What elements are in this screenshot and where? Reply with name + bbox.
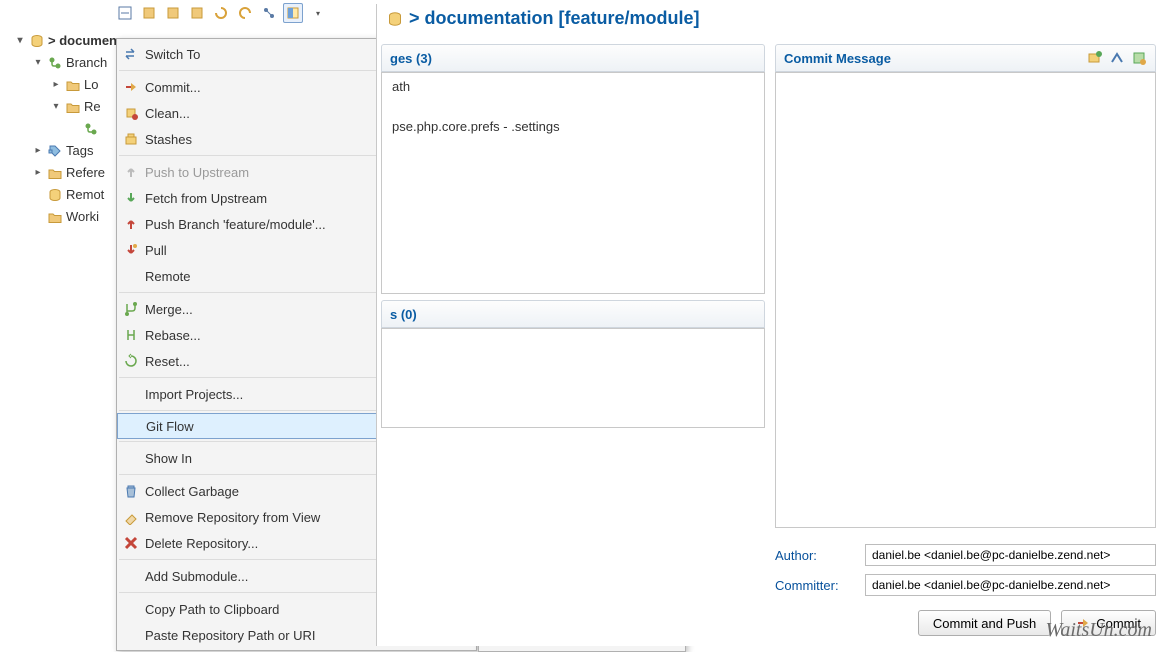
amend-icon[interactable] <box>1087 50 1103 66</box>
committer-label: Committer: <box>775 578 855 593</box>
expand-icon[interactable] <box>14 35 26 47</box>
tree-node-label: Worki <box>66 206 99 228</box>
staging-view: > documentation [feature/module] ges (3)… <box>376 4 1160 646</box>
repo-icon <box>387 11 403 27</box>
toolbar-layout-toggle-icon[interactable] <box>283 3 303 23</box>
folder-icon <box>48 210 62 224</box>
toolbar-git-c-icon[interactable] <box>187 3 207 23</box>
unstaged-heading: ges (3) <box>381 44 765 72</box>
expand-icon[interactable] <box>50 79 62 91</box>
clean-icon <box>123 105 145 121</box>
switch-icon <box>123 46 145 62</box>
commit-message-textarea[interactable] <box>775 72 1156 528</box>
unstaged-row[interactable]: ath <box>392 79 754 99</box>
commit-icon <box>123 79 145 95</box>
top-toolbar <box>115 0 327 26</box>
stash-icon <box>123 131 145 147</box>
unstaged-row[interactable]: pse.php.core.prefs - .settings <box>392 119 754 139</box>
toolbar-refresh-cw-icon[interactable] <box>211 3 231 23</box>
erase-icon <box>123 509 145 525</box>
trash-icon <box>123 483 145 499</box>
db-icon <box>48 188 62 202</box>
tree-node-label: Refere <box>66 162 105 184</box>
expand-icon[interactable] <box>32 57 44 69</box>
branch-icon <box>84 122 98 136</box>
rebase-icon <box>123 327 145 343</box>
tree-node-label: Re <box>84 96 101 118</box>
toolbar-collapse-all-icon[interactable] <box>115 3 135 23</box>
toolbar-git-b-icon[interactable] <box>163 3 183 23</box>
folder-icon <box>66 100 80 114</box>
folder-icon <box>66 78 80 92</box>
unstaged-list[interactable]: ath pse.php.core.prefs - .settings <box>381 72 765 294</box>
author-input[interactable] <box>865 544 1156 566</box>
fetch-icon <box>123 190 145 206</box>
folder-icon <box>48 166 62 180</box>
reset-icon <box>123 353 145 369</box>
unstaged-row[interactable] <box>392 99 754 119</box>
changeid-icon[interactable] <box>1131 50 1147 66</box>
repo-icon <box>30 34 44 48</box>
staged-list[interactable] <box>381 328 765 428</box>
signoff-icon[interactable] <box>1109 50 1125 66</box>
tree-node-label: Lo <box>84 74 98 96</box>
unstaged-heading-text: ges (3) <box>390 51 432 66</box>
push-icon <box>123 164 145 180</box>
pushb-icon <box>123 216 145 232</box>
toolbar-view-menu-icon[interactable] <box>307 3 327 23</box>
commit-message-heading: Commit Message <box>775 44 1156 72</box>
toolbar-tree-mode-icon[interactable] <box>259 3 279 23</box>
staged-heading: s (0) <box>381 300 765 328</box>
committer-input[interactable] <box>865 574 1156 596</box>
delete-icon <box>123 535 145 551</box>
commit-heading-text: Commit Message <box>784 51 891 66</box>
menu-item-label: Show In <box>145 451 394 466</box>
tree-root-label: > documen <box>48 30 117 52</box>
expand-icon[interactable] <box>32 167 44 179</box>
toolbar-git-a-icon[interactable] <box>139 3 159 23</box>
tags-icon <box>48 144 62 158</box>
branch-icon <box>48 56 62 70</box>
watermark-text: WaitsUn.com <box>1046 619 1152 642</box>
pull-icon <box>123 242 145 258</box>
staged-heading-text: s (0) <box>390 307 417 322</box>
tree-node-label: Remot <box>66 184 104 206</box>
expand-icon[interactable] <box>50 101 62 113</box>
tree-node-label: Branch <box>66 52 107 74</box>
expand-icon[interactable] <box>32 145 44 157</box>
staging-title-text: > documentation [feature/module] <box>409 8 700 29</box>
merge-icon <box>123 301 145 317</box>
staging-title-bar: > documentation [feature/module] <box>377 4 1160 37</box>
tree-node-label: Tags <box>66 140 93 162</box>
author-label: Author: <box>775 548 855 563</box>
commit-and-push-label: Commit and Push <box>933 616 1036 631</box>
commit-and-push-button[interactable]: Commit and Push <box>918 610 1051 636</box>
toolbar-refresh-ccw-icon[interactable] <box>235 3 255 23</box>
